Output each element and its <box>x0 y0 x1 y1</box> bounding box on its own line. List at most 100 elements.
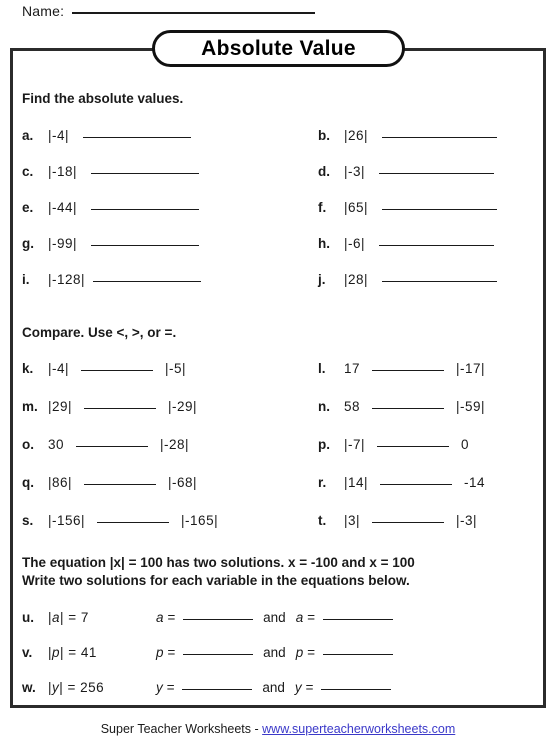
problem-expression: |-4| <box>48 128 70 143</box>
section3-note-line1: The equation |x| = 100 has two solutions… <box>22 555 415 570</box>
answer-blank[interactable] <box>379 173 495 174</box>
problem-t: t. |3| |-3| <box>318 513 477 528</box>
problem-letter: f. <box>318 200 327 215</box>
problem-expression-right: |-59| <box>456 399 486 414</box>
problem-v: v. |p| = 41 p = and p = <box>22 645 393 660</box>
worksheet-title-banner: Absolute Value <box>152 30 405 67</box>
problem-letter: v. <box>22 645 33 660</box>
problem-expression-left: 58 <box>344 399 361 414</box>
problem-expression-left: 17 <box>344 361 361 376</box>
comparison-blank[interactable] <box>81 370 154 371</box>
problem-k: k. |-4| |-5| <box>22 361 186 376</box>
problem-letter: e. <box>22 200 34 215</box>
solution-prefix-2: y = <box>294 680 314 695</box>
footer: Super Teacher Worksheets - www.superteac… <box>0 722 556 736</box>
answer-blank[interactable] <box>83 137 192 138</box>
abs-bar-close-and-value: | = 41 <box>60 645 97 660</box>
comparison-blank[interactable] <box>377 446 450 447</box>
problem-letter: m. <box>22 399 38 414</box>
solution-prefix-2: p = <box>295 645 315 660</box>
answer-blank[interactable] <box>382 209 498 210</box>
problem-expression-right: |-28| <box>160 437 190 452</box>
problem-j: j. |28| <box>318 272 498 287</box>
answer-blank[interactable] <box>91 173 200 174</box>
problem-letter: b. <box>318 128 330 143</box>
comparison-blank[interactable] <box>76 446 149 447</box>
answer-blank[interactable] <box>93 281 202 282</box>
section2-heading: Compare. Use <, >, or =. <box>22 325 177 340</box>
problem-letter: s. <box>22 513 34 528</box>
problem-letter: w. <box>22 680 36 695</box>
answer-blank[interactable] <box>379 245 495 246</box>
page-title: Absolute Value <box>201 36 356 60</box>
solution-blank-1[interactable] <box>182 689 253 690</box>
name-row: Name: <box>22 3 316 19</box>
footer-website-link[interactable]: www.superteacherworksheets.com <box>262 722 455 736</box>
problem-expression: |-128| <box>48 272 86 287</box>
name-label: Name: <box>22 3 65 19</box>
problem-f: f. |65| <box>318 200 498 215</box>
solution-blank-1[interactable] <box>183 619 254 620</box>
answer-blank[interactable] <box>91 245 200 246</box>
problem-expression-right: -14 <box>464 475 486 490</box>
problem-expression-right: |-17| <box>456 361 486 376</box>
solution-prefix-1: p = <box>156 645 176 660</box>
problem-letter: u. <box>22 610 34 625</box>
problem-q: q. |86| |-68| <box>22 475 197 490</box>
answer-blank[interactable] <box>382 281 498 282</box>
section1-heading: Find the absolute values. <box>22 91 184 106</box>
section3-note-line2: Write two solutions for each variable in… <box>22 573 410 588</box>
solution-blank-2[interactable] <box>322 619 393 620</box>
solution-blank-2[interactable] <box>321 689 392 690</box>
solution-blank-2[interactable] <box>322 654 393 655</box>
problem-expression: |65| <box>344 200 369 215</box>
comparison-blank[interactable] <box>84 408 157 409</box>
comparison-blank[interactable] <box>372 522 445 523</box>
problem-n: n. 58 |-59| <box>318 399 485 414</box>
problem-letter: q. <box>22 475 34 490</box>
problem-letter: g. <box>22 236 34 251</box>
problem-p: p. |-7| 0 <box>318 437 469 452</box>
problem-h: h. |-6| <box>318 236 495 251</box>
comparison-blank[interactable] <box>372 370 445 371</box>
problem-expression: |-6| <box>344 236 366 251</box>
problem-d: d. |-3| <box>318 164 495 179</box>
problem-equation: |a| = 7 <box>48 610 156 625</box>
and-label: and <box>262 680 285 695</box>
problem-s: s. |-156| |-165| <box>22 513 218 528</box>
problem-letter: r. <box>318 475 327 490</box>
problem-expression-right: |-29| <box>168 399 198 414</box>
abs-bar-close-and-value: | = 256 <box>59 680 105 695</box>
equation-variable: a <box>52 610 61 625</box>
problem-i: i. |-128| <box>22 272 202 287</box>
problem-a: a. |-4| <box>22 128 192 143</box>
name-blank-line[interactable] <box>72 12 316 14</box>
answer-blank[interactable] <box>91 209 200 210</box>
problem-expression-left: |-4| <box>48 361 70 376</box>
answer-blank[interactable] <box>382 137 498 138</box>
worksheet-body <box>10 48 546 708</box>
comparison-blank[interactable] <box>380 484 453 485</box>
solution-prefix-1: y = <box>156 680 175 695</box>
problem-l: l. 17 |-17| <box>318 361 485 376</box>
problem-letter: c. <box>22 164 34 179</box>
comparison-blank[interactable] <box>372 408 445 409</box>
comparison-blank[interactable] <box>84 484 157 485</box>
problem-expression-right: |-68| <box>168 475 198 490</box>
problem-expression-right: |-5| <box>165 361 187 376</box>
solution-blank-1[interactable] <box>183 654 254 655</box>
solution-prefix-2: a = <box>295 610 315 625</box>
problem-expression-right: |-165| <box>181 513 219 528</box>
problem-r: r. |14| -14 <box>318 475 485 490</box>
problem-equation: |p| = 41 <box>48 645 156 660</box>
problem-letter: l. <box>318 361 326 376</box>
problem-equation: |y| = 256 <box>48 680 156 695</box>
abs-bar-close-and-value: | = 7 <box>60 610 89 625</box>
footer-brand: Super Teacher Worksheets - <box>100 722 263 736</box>
comparison-blank[interactable] <box>97 522 170 523</box>
problem-expression-left: |3| <box>344 513 361 528</box>
problem-letter: i. <box>22 272 30 287</box>
problem-w: w. |y| = 256 y = and y = <box>22 680 392 695</box>
problem-letter: n. <box>318 399 330 414</box>
problem-letter: a. <box>22 128 34 143</box>
